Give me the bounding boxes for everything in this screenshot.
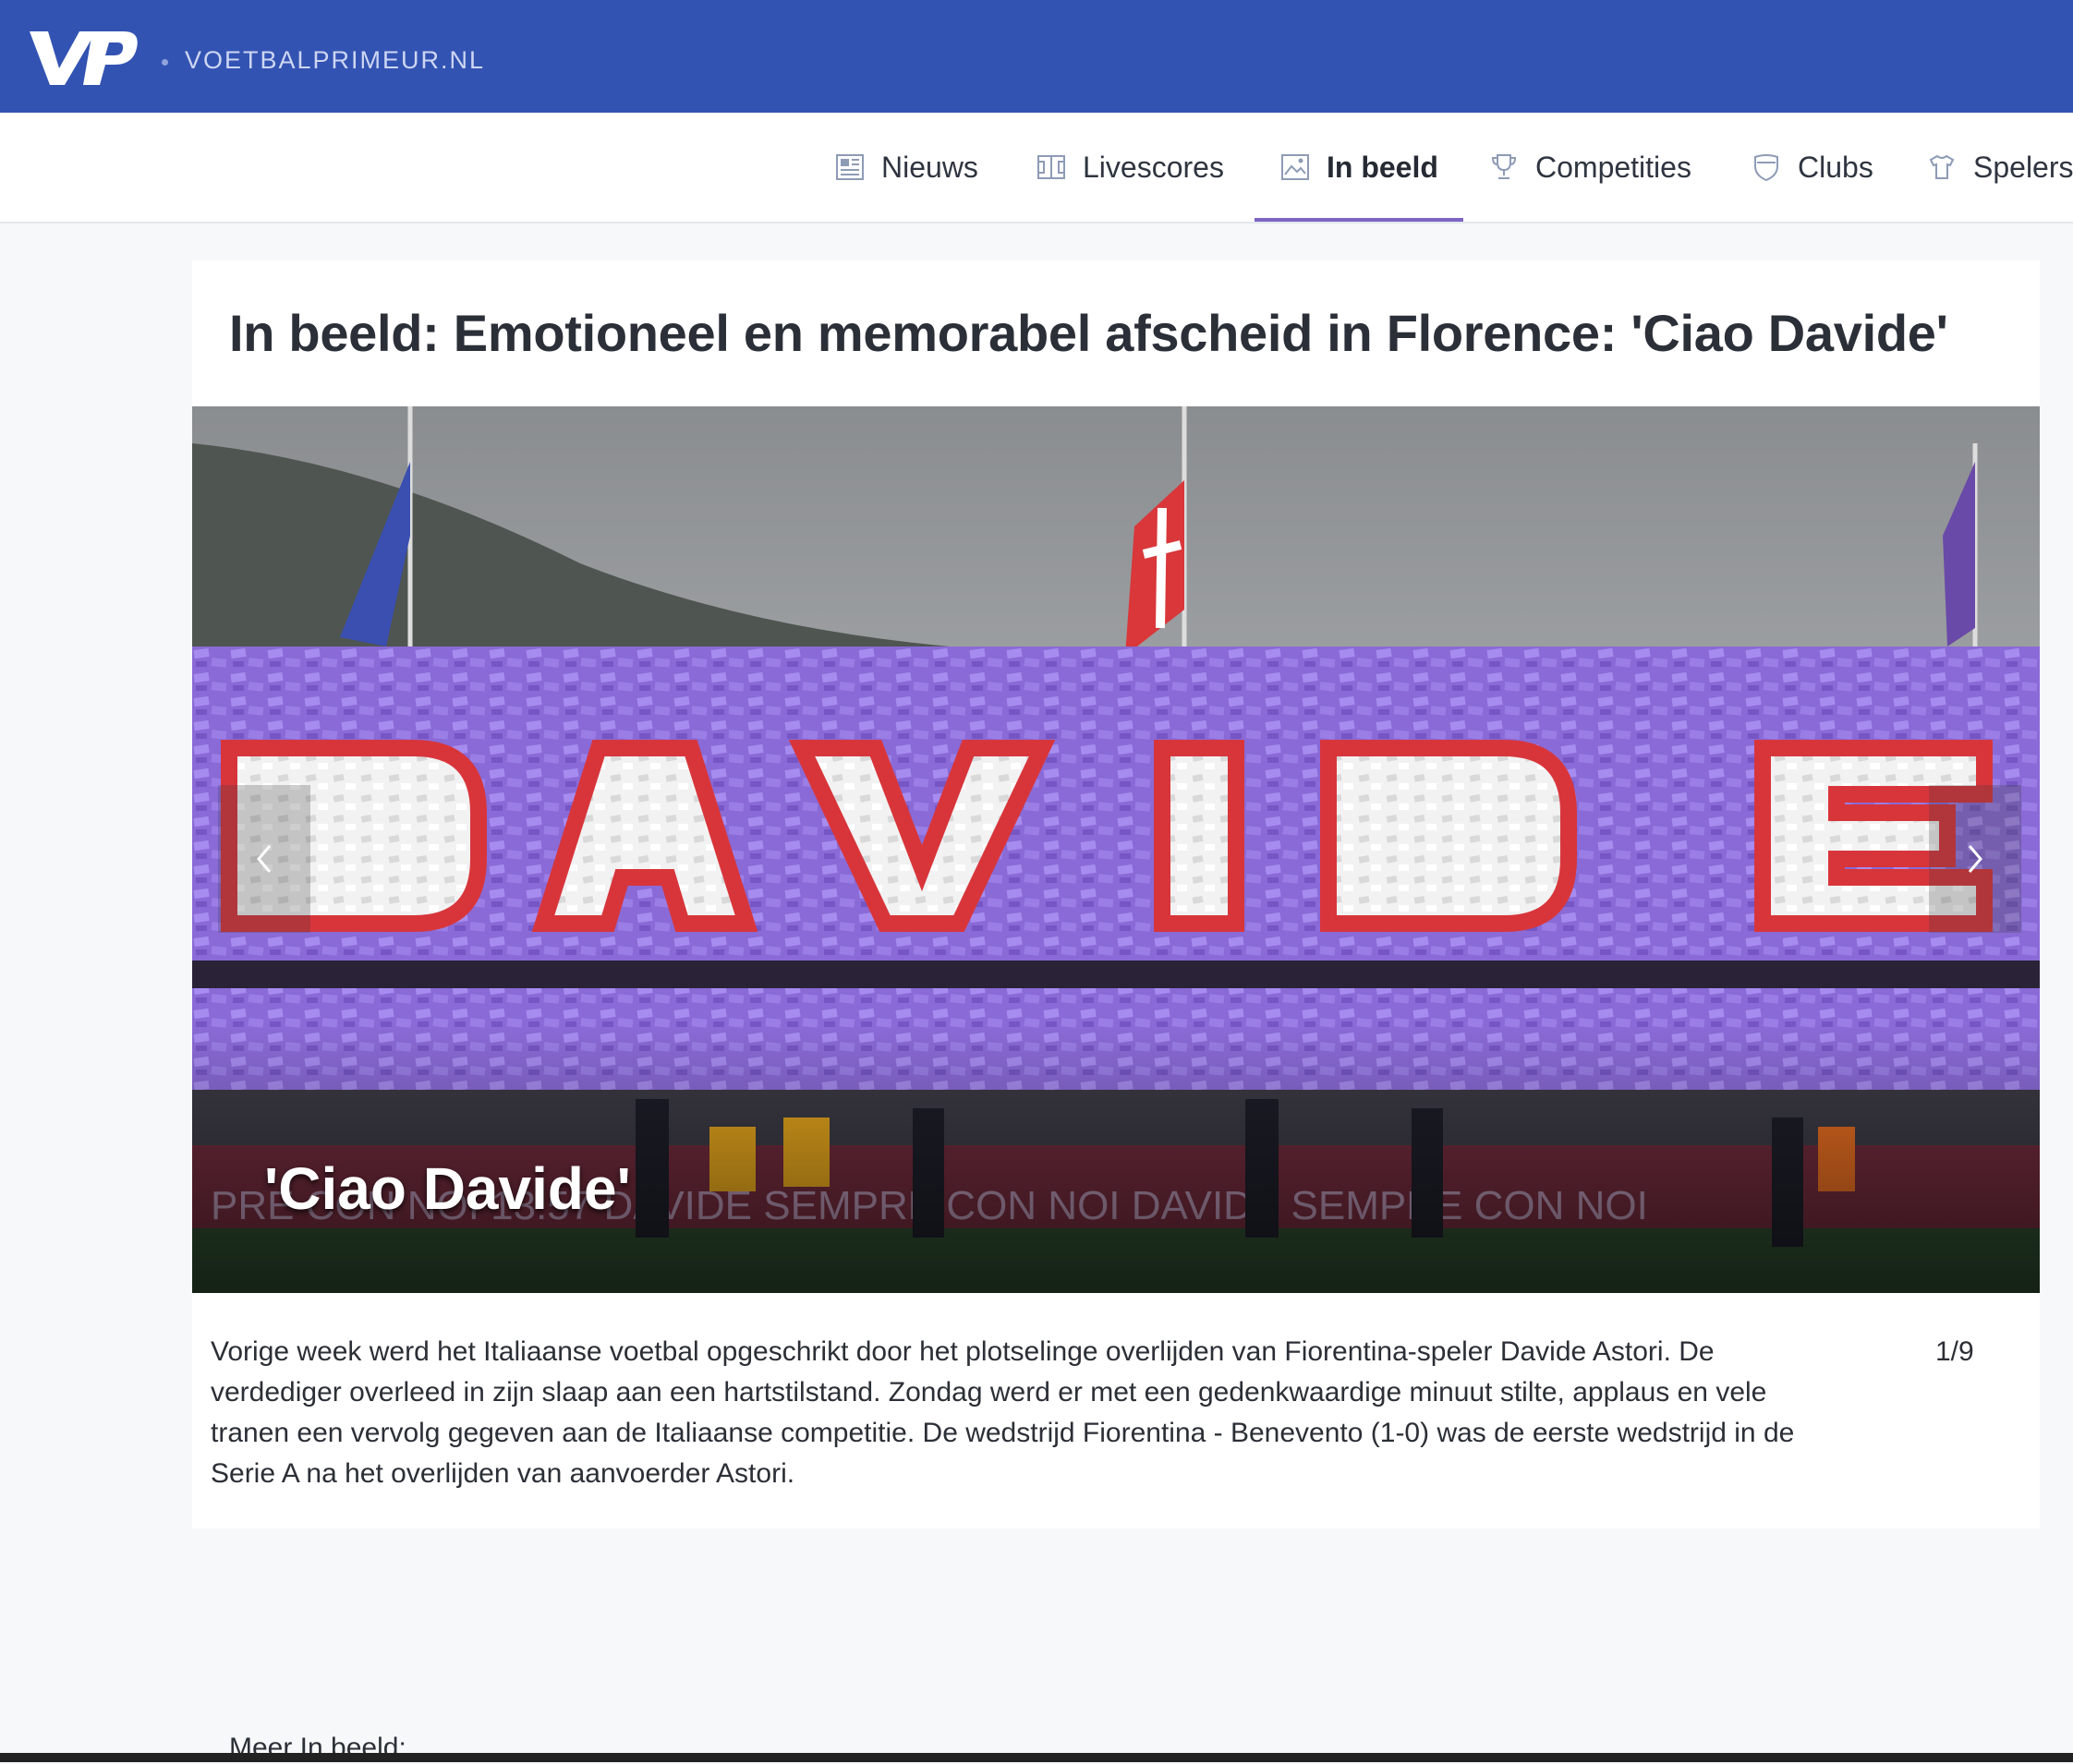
nav-label: Spelers: [1973, 150, 2073, 184]
separator-dot: [162, 59, 168, 66]
nav-item-in-beeld[interactable]: In beeld: [1280, 113, 1438, 222]
photo-slider[interactable]: PRE CON NOI 13:57 DAVIDE SEMPRE CON NOI …: [192, 406, 2040, 1293]
pitch-icon: [1037, 155, 1065, 179]
vp-logo[interactable]: [28, 26, 140, 91]
nav-label: In beeld: [1327, 150, 1438, 184]
nav-label: Nieuws: [881, 150, 978, 184]
nav-label: Competities: [1535, 150, 1691, 184]
nav-item-livescores[interactable]: Livescores: [1036, 113, 1224, 222]
site-name[interactable]: VOETBALPRIMEUR.NL: [185, 46, 485, 75]
chevron-left-icon: [257, 845, 272, 873]
nav-label: Clubs: [1798, 150, 1873, 184]
nav-item-competities[interactable]: Competities: [1489, 113, 1691, 222]
slide-description: Vorige week werd het Italiaanse voetbal …: [211, 1336, 1795, 1489]
main-nav: Nieuws Livescores In beeld Competities C…: [0, 113, 2073, 224]
window-bottom-edge: [0, 1753, 2073, 1762]
newspaper-icon: [836, 154, 864, 180]
active-tab-indicator: [1255, 218, 1463, 222]
chevron-right-icon: [1968, 845, 1982, 873]
nav-item-nieuws[interactable]: Nieuws: [835, 113, 978, 222]
previous-slide-button[interactable]: [218, 785, 310, 933]
nav-item-spelers[interactable]: Spelers: [1927, 113, 2073, 222]
nav-label: Livescores: [1083, 150, 1224, 184]
picture-icon: [1281, 154, 1309, 180]
slide-counter: 1/9: [1935, 1336, 1974, 1367]
nav-item-clubs[interactable]: Clubs: [1752, 113, 1873, 222]
trophy-icon: [1491, 154, 1517, 179]
next-slide-button[interactable]: [1929, 785, 2021, 933]
site-header: VOETBALPRIMEUR.NL: [0, 0, 2073, 113]
slide-caption: 'Ciao Davide': [264, 1155, 631, 1222]
shield-icon: [1754, 154, 1778, 182]
article-title: In beeld: Emotioneel en memorabel afsche…: [229, 304, 1948, 362]
shirt-icon: [1929, 154, 1955, 179]
article-card: In beeld: Emotioneel en memorabel afsche…: [192, 260, 2040, 1528]
